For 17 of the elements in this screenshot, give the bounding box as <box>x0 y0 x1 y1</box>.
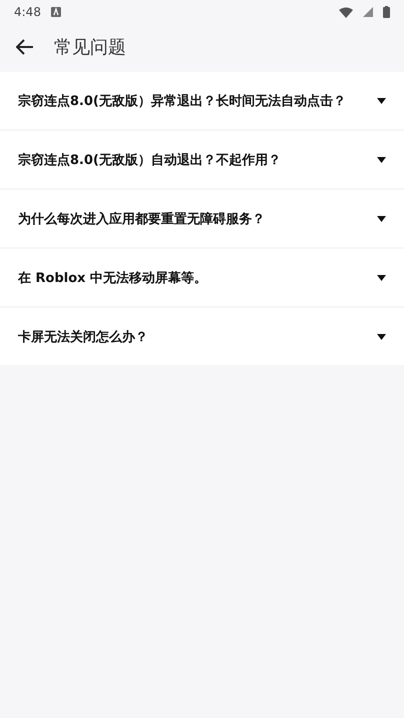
wifi-icon <box>339 6 353 18</box>
faq-question: 宗窃连点8.0(无敌版）异常退出？长时间无法自动点击？ <box>18 92 347 110</box>
back-icon[interactable] <box>16 39 34 55</box>
notification-icon <box>50 7 61 17</box>
faq-question: 宗窃连点8.0(无敌版）自动退出？不起作用？ <box>18 152 282 168</box>
faq-item[interactable]: 在 Roblox 中无法移动屏幕等。 <box>0 249 404 306</box>
faq-question: 在 Roblox 中无法移动屏幕等。 <box>18 270 208 286</box>
faq-item[interactable]: 宗窃连点8.0(无敌版）异常退出？长时间无法自动点击？ <box>0 72 404 129</box>
faq-question: 为什么每次进入应用都要重置无障碍服务？ <box>18 210 266 228</box>
status-time: 4:48 <box>14 5 41 19</box>
faq-question: 卡屏无法关闭怎么办？ <box>18 328 149 346</box>
signal-icon <box>363 7 373 17</box>
page-title: 常见问题 <box>54 36 126 59</box>
faq-item[interactable]: 卡屏无法关闭怎么办？ <box>0 308 404 365</box>
battery-icon <box>383 6 390 18</box>
faq-item[interactable]: 为什么每次进入应用都要重置无障碍服务？ <box>0 190 404 247</box>
faq-item[interactable]: 宗窃连点8.0(无敌版）自动退出？不起作用？ <box>0 131 404 188</box>
